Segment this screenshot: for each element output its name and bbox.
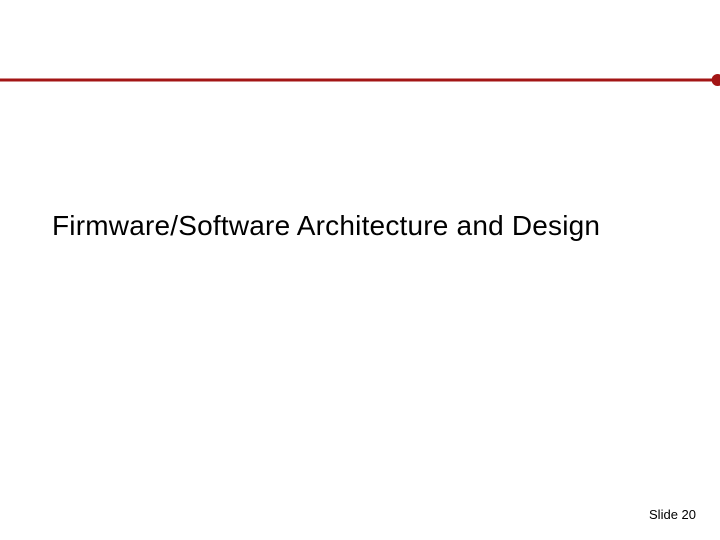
slide-number: Slide 20 (649, 507, 696, 522)
header-rule-line (0, 79, 720, 82)
slide-title: Firmware/Software Architecture and Desig… (52, 210, 600, 242)
header-rule (0, 74, 720, 86)
header-rule-dot-icon (712, 74, 720, 86)
